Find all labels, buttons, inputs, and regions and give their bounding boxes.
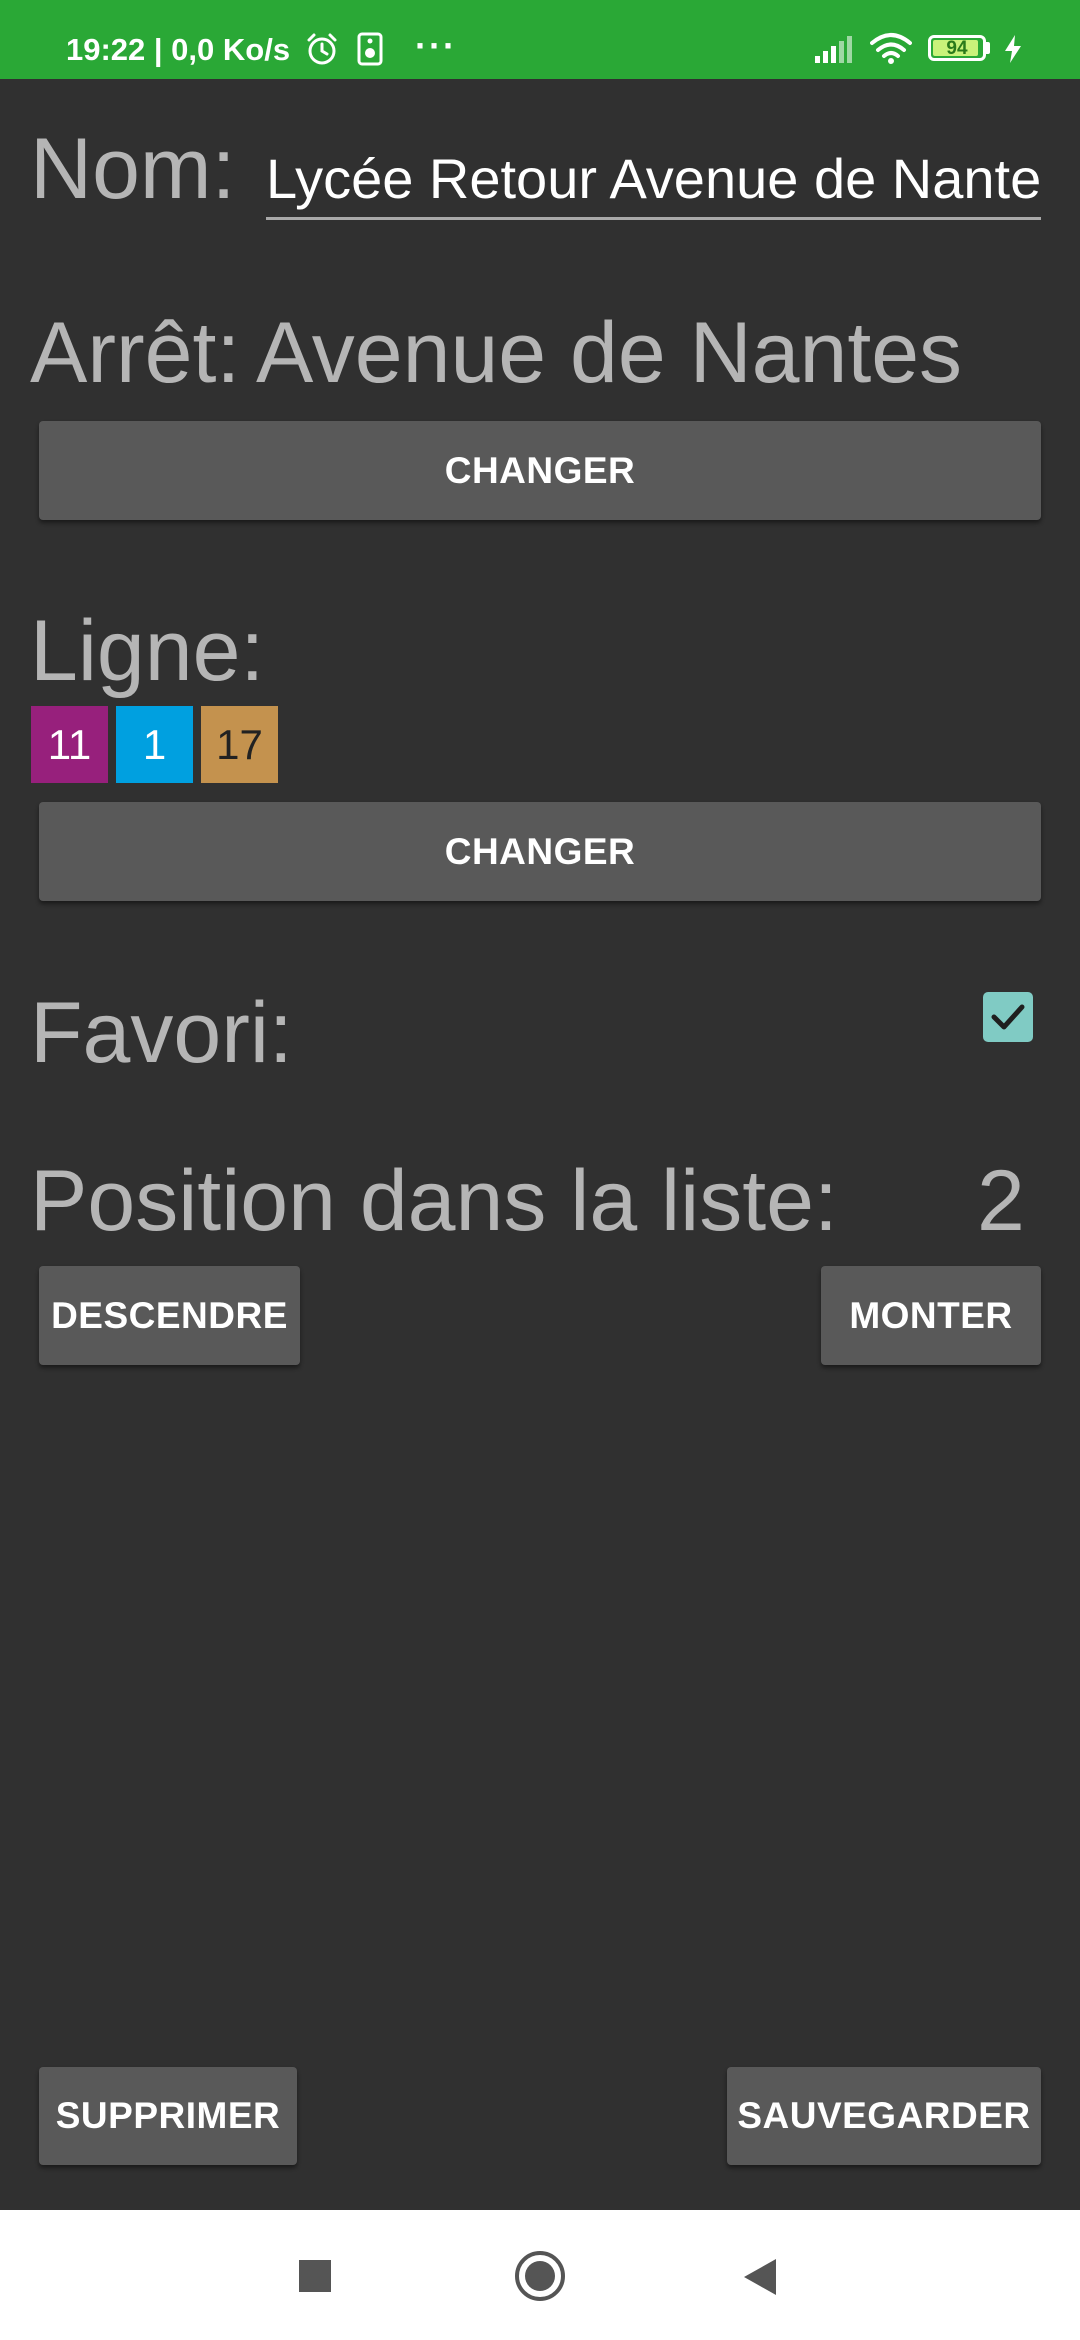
- favorite-label: Favori:: [30, 985, 293, 1081]
- line-badge: 11: [31, 706, 108, 783]
- position-label: Position dans la liste:: [30, 1153, 838, 1249]
- signal-icon: [814, 34, 854, 69]
- line-badge-number: 11: [47, 720, 92, 768]
- line-label: Ligne:: [30, 603, 265, 699]
- recents-square-icon[interactable]: [299, 2260, 331, 2297]
- delete-button[interactable]: SUPPRIMER: [39, 2067, 297, 2165]
- name-label: Nom:: [30, 121, 236, 217]
- battery-icon: 94: [928, 35, 986, 61]
- navigation-bar: [0, 2210, 1080, 2340]
- more-notifications-icon: ···: [415, 25, 457, 66]
- change-stop-button[interactable]: CHANGER: [39, 421, 1041, 520]
- position-value: 2: [977, 1153, 1025, 1249]
- name-input[interactable]: [266, 140, 1041, 220]
- change-line-button[interactable]: CHANGER: [39, 802, 1041, 901]
- alarm-icon: [305, 32, 339, 71]
- move-down-button[interactable]: DESCENDRE: [39, 1266, 300, 1365]
- back-triangle-icon[interactable]: [742, 2257, 778, 2302]
- line-badge-number: 17: [216, 720, 263, 768]
- stop-label: Arrêt:: [30, 305, 241, 401]
- wifi-icon: [870, 32, 912, 69]
- stop-value: Avenue de Nantes: [256, 305, 963, 401]
- status-time-speed: 19:22 | 0,0 Ko/s: [66, 32, 291, 67]
- save-button[interactable]: SAUVEGARDER: [727, 2067, 1041, 2165]
- checkmark-icon: [991, 1004, 1025, 1030]
- battery-level-text: 94: [946, 38, 968, 59]
- charging-icon: [1002, 34, 1024, 69]
- line-badge-number: 1: [142, 720, 167, 768]
- battery-tip: [986, 42, 990, 54]
- home-circle-icon[interactable]: [514, 2250, 566, 2307]
- move-up-button[interactable]: MONTER: [821, 1266, 1041, 1365]
- status-bar: 19:22 | 0,0 Ko/s ··· 94: [0, 0, 1080, 79]
- speaker-icon: [357, 32, 383, 71]
- line-badge: 17: [201, 706, 278, 783]
- favorite-checkbox[interactable]: [983, 992, 1033, 1042]
- line-badge: 1: [116, 706, 193, 783]
